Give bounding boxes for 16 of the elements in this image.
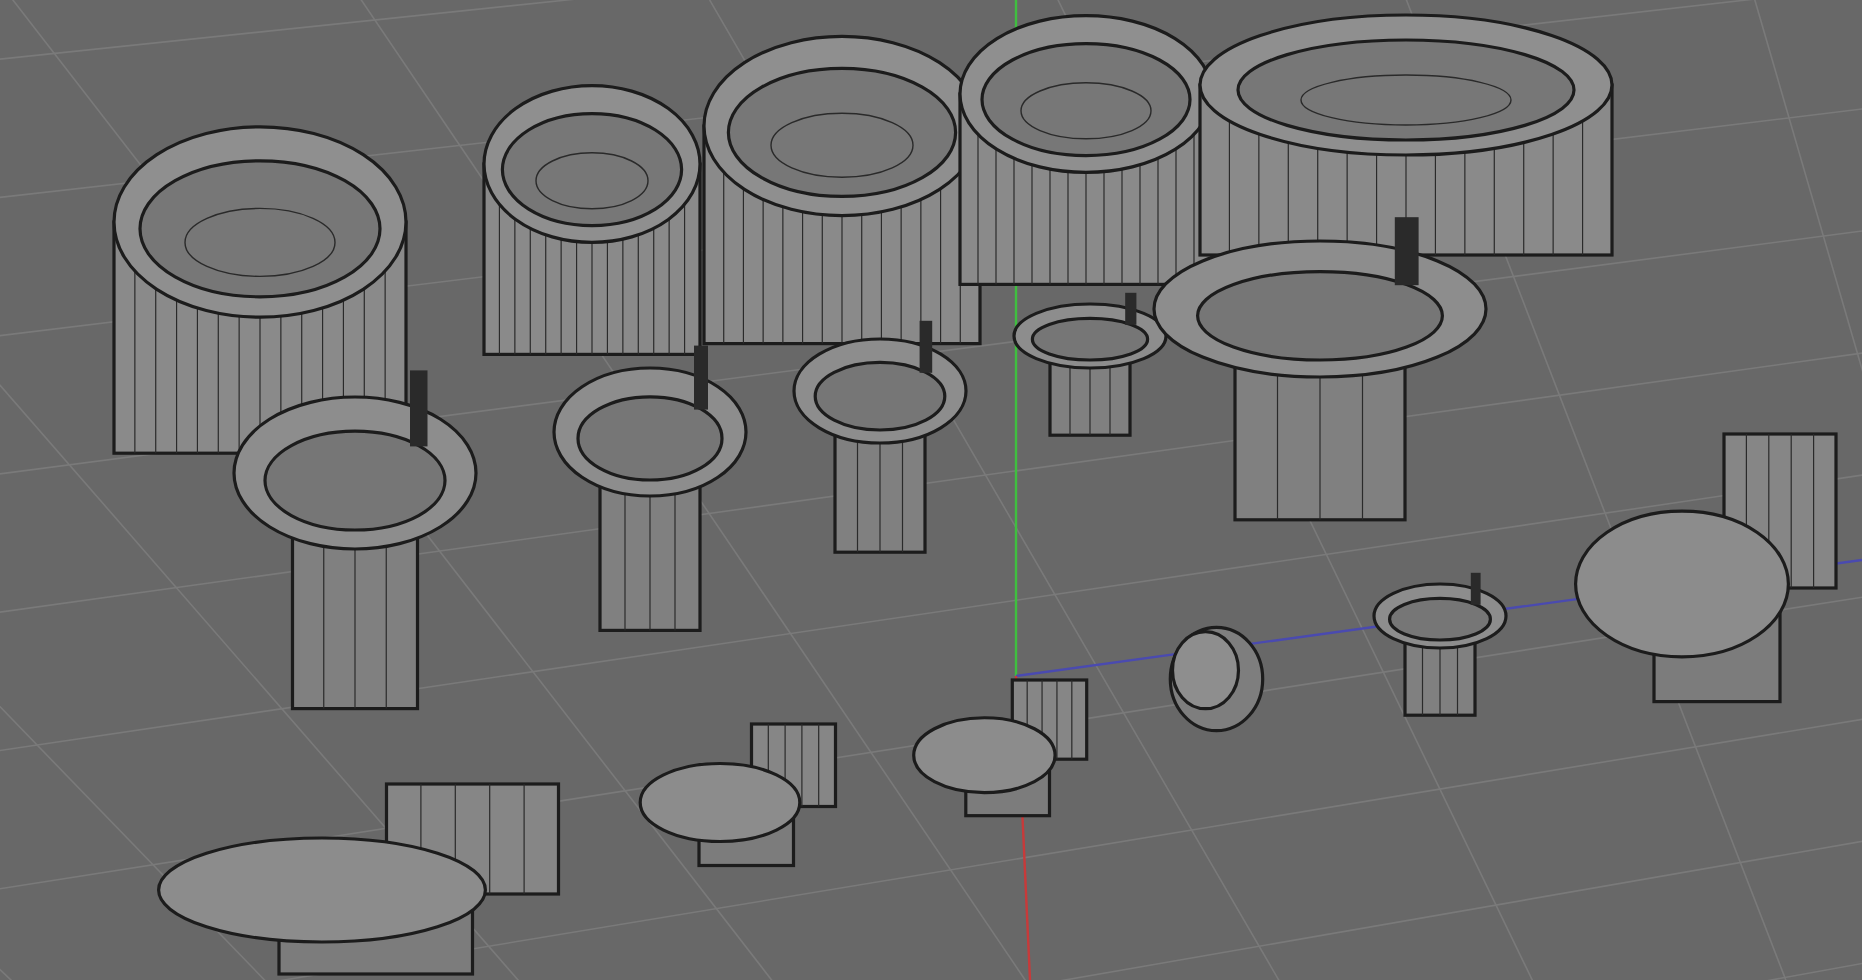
3d-viewport[interactable] <box>0 0 1862 980</box>
bathtub-drawing[interactable] <box>1198 13 1614 257</box>
urinal-drawing[interactable] <box>1168 625 1265 733</box>
bathtub-drawing[interactable] <box>482 84 702 356</box>
toilet-drawing[interactable] <box>157 782 561 976</box>
bathtub-drawing[interactable] <box>112 125 408 455</box>
toilet-drawing[interactable] <box>1574 432 1838 704</box>
sink-drawing[interactable] <box>1372 572 1508 717</box>
bathtub-drawing[interactable] <box>702 34 982 346</box>
sink-drawing[interactable] <box>552 345 748 632</box>
toilet-drawing[interactable] <box>638 722 838 868</box>
sink-drawing[interactable] <box>792 320 968 554</box>
sink-drawing[interactable] <box>1152 217 1488 522</box>
sink-drawing[interactable] <box>1012 292 1168 437</box>
sink-drawing[interactable] <box>232 370 478 711</box>
toilet-drawing[interactable] <box>912 678 1089 818</box>
